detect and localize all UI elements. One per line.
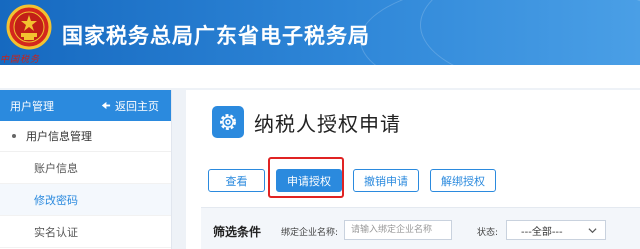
sidebar-item-label: 账户信息 <box>34 161 78 175</box>
gear-icon <box>212 106 244 138</box>
unbind-authorization-button[interactable]: 解绑授权 <box>430 169 496 192</box>
bullet-icon <box>12 134 16 138</box>
sidebar-item-label: 修改密码 <box>34 193 78 207</box>
site-title: 国家税务总局广东省电子税务局 <box>62 24 370 48</box>
company-name-input[interactable] <box>344 220 452 240</box>
main-panel: 纳税人授权申请 查看 申请授权 撤销申请 解绑授权 筛选条件 绑定企业名称: 状… <box>186 90 640 249</box>
header-underbar <box>0 65 640 88</box>
emblem-script-text: 中国税务 <box>0 55 41 65</box>
sidebar-item-change-password[interactable]: 修改密码 <box>0 184 171 216</box>
revoke-application-button[interactable]: 撤销申请 <box>353 169 419 192</box>
filter-bar: 筛选条件 绑定企业名称: 状态: ---全部--- <box>201 207 640 249</box>
back-home-link[interactable]: 返回主页 <box>100 98 159 114</box>
filter-title: 筛选条件 <box>213 225 262 239</box>
company-name-label: 绑定企业名称: <box>281 228 339 238</box>
view-button[interactable]: 查看 <box>208 169 265 192</box>
status-label: 状态: <box>477 228 499 238</box>
sidebar: 用户管理 返回主页 用户信息管理 账户信息 修改密码 实名认证 <box>0 90 172 249</box>
sidebar-title: 用户管理 <box>10 99 54 113</box>
chevron-down-icon <box>588 227 597 233</box>
page-heading: 纳税人授权申请 <box>212 106 401 138</box>
status-select-value: ---全部--- <box>521 226 563 238</box>
home-return-icon <box>101 101 111 110</box>
page-title: 纳税人授权申请 <box>254 111 401 136</box>
back-home-label: 返回主页 <box>115 99 159 113</box>
sidebar-group-user-info[interactable]: 用户信息管理 <box>0 121 171 152</box>
sidebar-group-label: 用户信息管理 <box>26 130 92 143</box>
status-select[interactable]: ---全部--- <box>506 220 606 240</box>
site-header: 中国税务 国家税务总局广东省电子税务局 <box>0 0 640 88</box>
national-emblem-icon <box>6 4 52 50</box>
sidebar-item-real-name-auth[interactable]: 实名认证 <box>0 216 171 248</box>
sidebar-item-account-info[interactable]: 账户信息 <box>0 152 171 184</box>
sidebar-item-label: 实名认证 <box>34 225 78 239</box>
highlight-box <box>268 157 344 198</box>
sidebar-header: 用户管理 返回主页 <box>0 90 171 121</box>
